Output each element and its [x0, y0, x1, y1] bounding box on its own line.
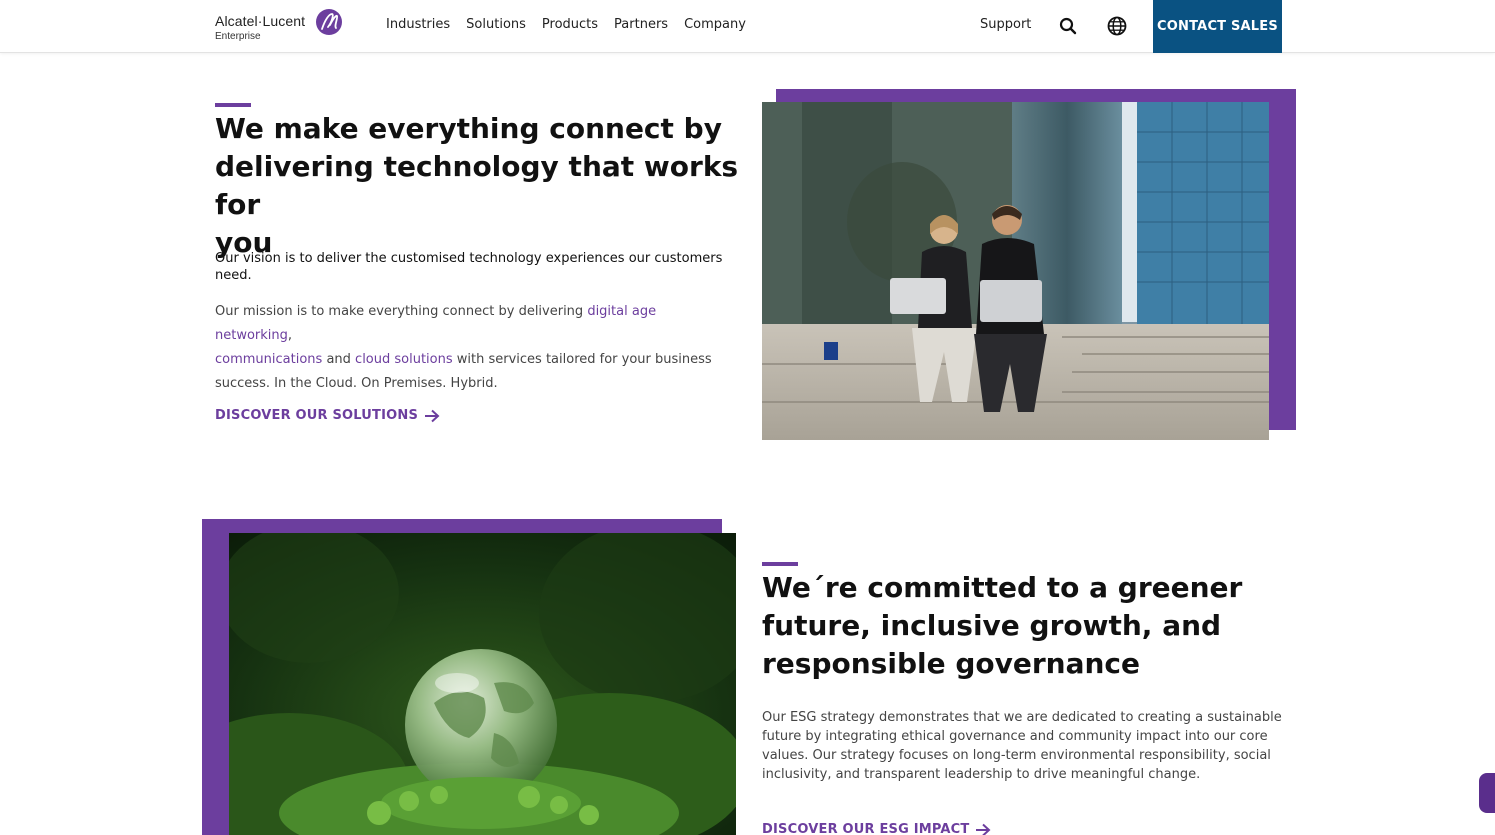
heading-line: responsible governance — [762, 647, 1140, 680]
arrow-right-icon — [425, 409, 440, 422]
main-nav: Industries Solutions Products Partners C… — [386, 17, 762, 32]
heading-line: future, inclusive growth, and — [762, 609, 1222, 642]
esg-description: Our ESG strategy demonstrates that we ar… — [762, 710, 1282, 782]
nav-item-company[interactable]: Company — [684, 17, 746, 32]
heading-accent-bar — [215, 103, 251, 107]
business-people-photo — [762, 102, 1269, 440]
logo-subtitle: Enterprise — [215, 31, 261, 42]
nav-item-products[interactable]: Products — [542, 17, 598, 32]
nav-item-partners[interactable]: Partners — [614, 17, 668, 32]
section-heading: We make everything connect by delivering… — [215, 110, 745, 262]
business-people-image — [762, 102, 1269, 440]
cta-label: DISCOVER OUR SOLUTIONS — [215, 408, 419, 423]
glass-globe-image — [229, 533, 736, 835]
contact-sales-button[interactable]: CONTACT SALES — [1153, 0, 1282, 53]
support-link[interactable]: Support — [980, 17, 1031, 32]
mission-text-part: , — [287, 328, 293, 343]
cta-label: DISCOVER OUR ESG IMPACT — [762, 822, 970, 835]
company-logo[interactable]: Alcatel·Lucent Enterprise — [215, 8, 345, 46]
search-icon[interactable] — [1058, 16, 1078, 36]
heading-line: We make everything connect by — [215, 112, 722, 145]
heading-accent-bar — [762, 562, 798, 566]
discover-esg-link[interactable]: DISCOVER OUR ESG IMPACT — [762, 822, 991, 835]
logo-name: Alcatel·Lucent — [215, 13, 306, 29]
chat-widget-tab[interactable] — [1479, 773, 1495, 813]
mission-text: Our mission is to make everything connec… — [215, 300, 735, 396]
heading-line: delivering technology that works for — [215, 150, 739, 221]
arrow-right-icon — [976, 823, 991, 835]
cloud-solutions-link[interactable]: cloud solutions — [355, 352, 453, 367]
nav-item-industries[interactable]: Industries — [386, 17, 450, 32]
globe-icon[interactable] — [1106, 15, 1128, 37]
mission-text-part: Our mission is to make everything connec… — [215, 304, 588, 319]
communications-link[interactable]: communications — [215, 352, 322, 367]
glass-globe-photo — [229, 533, 736, 835]
nav-item-solutions[interactable]: Solutions — [466, 17, 526, 32]
mission-text-part: and — [322, 352, 356, 367]
vision-text: Our vision is to deliver the customised … — [215, 251, 723, 283]
discover-solutions-link[interactable]: DISCOVER OUR SOLUTIONS — [215, 408, 440, 423]
logo-mark-icon — [316, 9, 342, 35]
heading-line: We´re committed to a greener — [762, 571, 1243, 604]
site-header: Alcatel·Lucent Enterprise Industries Sol… — [0, 0, 1495, 53]
esg-heading: We´re committed to a greener future, inc… — [762, 569, 1292, 683]
